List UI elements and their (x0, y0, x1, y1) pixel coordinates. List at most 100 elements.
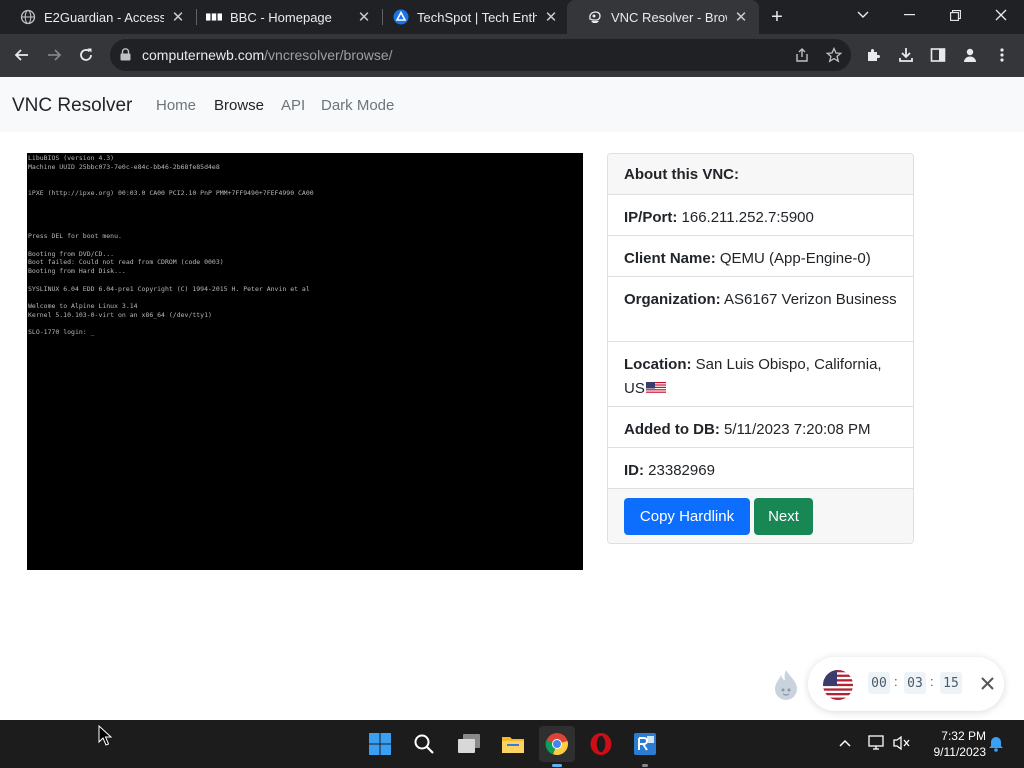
minimize-icon (903, 14, 915, 16)
console-line: Kernel 5.10.103-0-virt on an x86_64 (/de… (28, 310, 212, 319)
tab-vnc-resolver[interactable]: VNC Resolver - Browse ✕ (567, 0, 759, 34)
file-explorer-icon[interactable] (495, 726, 531, 762)
info-value: 166.211.252.7:5900 (681, 209, 814, 226)
clock-date: 9/11/2023 (933, 745, 987, 759)
network-icon[interactable] (866, 732, 888, 754)
tab-title: BBC - Homepage (230, 9, 332, 25)
forward-button[interactable] (39, 40, 69, 70)
console-line: Press DEL for boot menu. (28, 232, 122, 241)
info-label: IP/Port: (624, 209, 678, 226)
close-window-button[interactable] (978, 0, 1024, 30)
chrome-icon[interactable] (539, 726, 575, 762)
bbc-icon (206, 9, 222, 25)
lock-icon (120, 48, 131, 61)
extensions-button[interactable] (859, 40, 889, 70)
tab-e2guardian[interactable]: E2Guardian - Access De ✕ (0, 0, 196, 34)
console-line: iPXE (http://ipxe.org) 00:03.0 CA00 PCI2… (28, 188, 314, 197)
remote-desktop-icon[interactable] (627, 726, 663, 762)
tab-techspot[interactable]: TechSpot | Tech Enthus ✕ (373, 0, 569, 34)
kebab-menu-icon (1000, 48, 1004, 62)
person-icon (964, 48, 976, 62)
side-panel-button[interactable] (923, 40, 953, 70)
profile-button[interactable] (955, 40, 985, 70)
menu-button[interactable] (987, 40, 1017, 70)
tab-title: E2Guardian - Access De (44, 9, 164, 25)
volume-muted-icon[interactable] (891, 732, 913, 754)
mouse-cursor-icon (98, 725, 112, 746)
info-label: Location: (624, 356, 692, 373)
timer-hours: 00 (868, 672, 890, 694)
downloads-button[interactable] (891, 40, 921, 70)
new-tab-button[interactable]: + (766, 6, 788, 28)
next-button[interactable]: Next (754, 498, 813, 535)
system-clock[interactable]: 7:32 PM 9/11/2023 (918, 728, 987, 760)
console-line: Machine UUID 25bbc073-7e0c-e84c-bb46-2b6… (28, 162, 220, 171)
info-row-id: ID: 23382969 (608, 448, 913, 489)
tab-search-button[interactable] (840, 0, 886, 30)
reload-button[interactable] (71, 40, 101, 70)
chevron-up-icon[interactable] (834, 732, 856, 754)
url-host: computernewb.com (142, 47, 265, 63)
us-flag-icon[interactable] (823, 670, 853, 700)
close-widget-button[interactable] (976, 672, 998, 694)
url-path: /vncresolver/browse/ (264, 47, 393, 63)
card-header: About this VNC: (608, 154, 913, 195)
nav-link-api[interactable]: API (281, 97, 305, 114)
console-line: Welcome to Alpine Linux 3.14 (28, 301, 138, 310)
nav-link-home[interactable]: Home (156, 97, 196, 114)
info-row-ip-port: IP/Port: 166.211.252.7:5900 (608, 195, 913, 236)
search-icon[interactable] (406, 726, 442, 762)
vnc-icon (587, 9, 603, 25)
us-flag-icon (645, 382, 666, 394)
info-row-location: Location: San Luis Obispo, California, U… (608, 342, 913, 407)
vnc-info-card: About this VNC: IP/Port: 166.211.252.7:5… (607, 153, 914, 544)
active-app-indicator (552, 764, 562, 767)
clock-time: 7:32 PM (941, 729, 986, 743)
web-page: VNC Resolver Home Browse API Dark Mode L… (0, 77, 1024, 720)
puzzle-icon (868, 49, 880, 61)
close-tab-icon[interactable]: ✕ (356, 9, 372, 26)
info-value: AS6167 Verizon Business (724, 291, 897, 308)
copy-hardlink-button[interactable]: Copy Hardlink (624, 498, 750, 535)
timer-separator: : (930, 674, 934, 689)
address-bar[interactable]: computernewb.com/vncresolver/browse/ (110, 39, 851, 71)
console-line: SYSLINUX 6.04 EDD 6.04-pre1 Copyright (C… (28, 284, 310, 293)
vnc-screenshot: LibuBIOS (version 4.3) Machine UUID 25bbc… (27, 153, 583, 570)
back-arrow-icon (14, 49, 28, 61)
site-brand[interactable]: VNC Resolver (12, 95, 132, 117)
bookmark-star-icon[interactable] (824, 45, 844, 65)
tab-title: VNC Resolver - Browse (611, 9, 727, 25)
running-app-indicator (642, 764, 648, 767)
nav-link-dark-mode[interactable]: Dark Mode (321, 97, 394, 114)
close-tab-icon[interactable]: ✕ (543, 9, 559, 26)
timer-minutes: 03 (904, 672, 926, 694)
notification-bell-icon[interactable] (985, 732, 1007, 754)
back-button[interactable] (7, 40, 37, 70)
download-icon (899, 48, 913, 62)
close-tab-icon[interactable]: ✕ (170, 9, 186, 26)
side-panel-icon (930, 48, 946, 62)
console-line: Booting from DVD/CD... (28, 249, 115, 258)
info-label: Added to DB: (624, 421, 720, 438)
globe-icon (20, 9, 36, 25)
minimize-button[interactable] (886, 0, 932, 30)
console-line: Boot failed: Could not read from CDROM (… (28, 258, 224, 267)
share-icon[interactable] (792, 45, 812, 65)
nav-link-browse[interactable]: Browse (214, 97, 264, 114)
url-text: computernewb.com/vncresolver/browse/ (142, 47, 393, 63)
opera-icon[interactable] (583, 726, 619, 762)
windows-start-icon[interactable] (362, 726, 398, 762)
windows-taskbar: 7:32 PM 9/11/2023 (0, 720, 1024, 768)
browser-tab-strip: E2Guardian - Access De ✕ BBC - Homepage … (0, 0, 1024, 34)
close-tab-icon[interactable]: ✕ (733, 9, 749, 26)
hotspot-flame-icon[interactable] (772, 669, 800, 701)
reload-icon (80, 48, 92, 61)
task-view-icon[interactable] (451, 726, 487, 762)
tab-bbc[interactable]: BBC - Homepage ✕ (186, 0, 382, 34)
info-value: 23382969 (648, 462, 715, 479)
info-label: ID: (624, 462, 644, 479)
restore-button[interactable] (932, 0, 978, 30)
timer-separator: : (894, 674, 898, 689)
tab-title: TechSpot | Tech Enthus (417, 9, 537, 25)
techspot-icon (393, 9, 409, 25)
